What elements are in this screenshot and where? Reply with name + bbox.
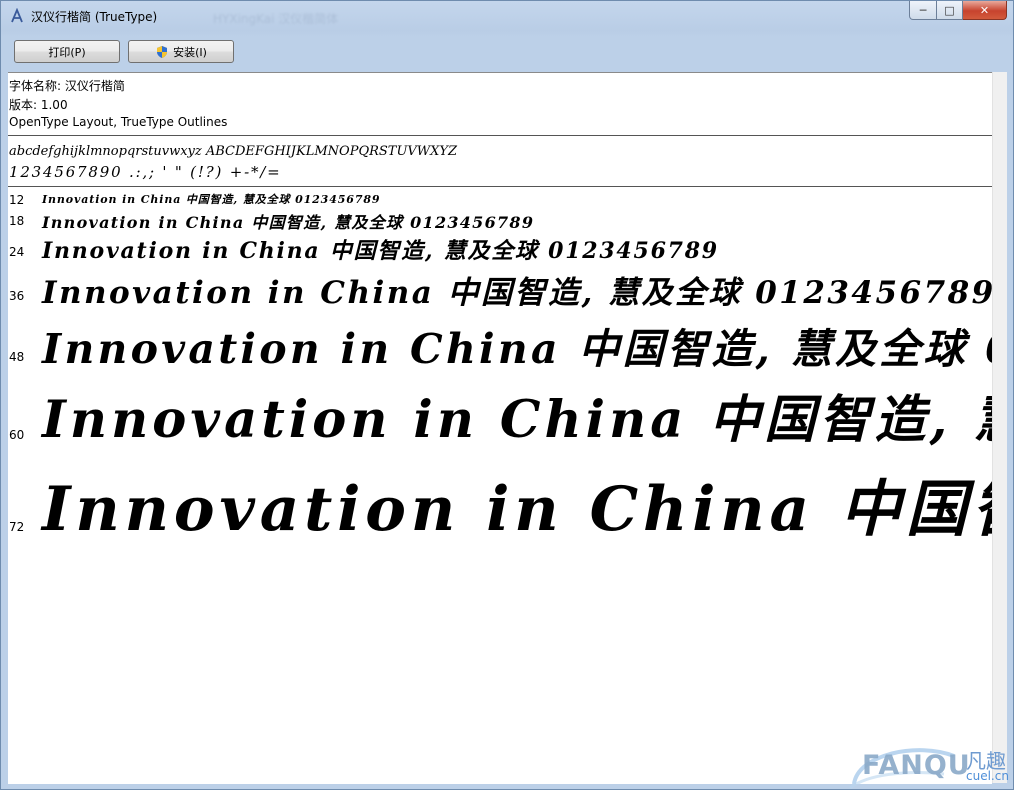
size-label: 12 (9, 193, 25, 207)
charset-letters: abcdefghijklmnopqrstuvwxyz ABCDEFGHIJKLM… (9, 144, 458, 159)
toolbar: 打印(P) 安装(I) (9, 32, 1007, 70)
close-button[interactable]: ✕ (963, 1, 1007, 20)
font-version-line: 版本: 1.00 (9, 98, 68, 112)
sample-text: Innovation in China 中国智造, 慧及全球 012345678… (42, 275, 992, 311)
font-name-line: 字体名称: 汉仪行楷简 (9, 79, 125, 93)
size-label: 72 (9, 520, 25, 534)
sample-text: Innovation in China 中国智造, 慧及全球 012345678… (42, 193, 381, 206)
font-preview-pane[interactable]: 字体名称: 汉仪行楷简 版本: 1.00 OpenType Layout, Tr… (8, 72, 992, 784)
sample-row-72: 72 Innovation in China 中国智造, 慧及全球 012345… (8, 457, 992, 567)
size-label: 18 (9, 214, 25, 228)
size-label: 36 (9, 289, 25, 303)
install-button-label: 安装(I) (173, 45, 207, 59)
uac-shield-icon (157, 45, 168, 58)
sample-text: Innovation in China 中国智造, 慧及全球 012345678… (42, 213, 535, 232)
maximize-icon: □ (944, 3, 955, 17)
font-viewer-window: 汉仪行楷简 (TrueType) HYXingKai 汉仪楷简体 ─ □ ✕ 打… (0, 0, 1014, 790)
font-features-line: OpenType Layout, TrueType Outlines (9, 115, 228, 129)
print-button-label: 打印(P) (48, 45, 86, 59)
vertical-scrollbar[interactable] (992, 72, 1007, 783)
background-window-title: HYXingKai 汉仪楷简体 (213, 12, 339, 26)
divider (8, 186, 992, 187)
minimize-button[interactable]: ─ (909, 1, 937, 20)
divider (8, 135, 992, 136)
sample-text: Innovation in China 中国智造, 慧及全球 012345678… (42, 238, 719, 264)
title-bar[interactable]: 汉仪行楷简 (TrueType) HYXingKai 汉仪楷简体 ─ □ ✕ (1, 1, 1013, 31)
size-label: 24 (9, 245, 25, 259)
sample-row-60: 60 Innovation in China 中国智造, 慧及全球 012345… (8, 378, 992, 458)
install-button[interactable]: 安装(I) (128, 40, 234, 63)
close-icon: ✕ (979, 3, 990, 17)
window-title: 汉仪行楷简 (TrueType) (31, 10, 158, 24)
maximize-button[interactable]: □ (937, 1, 963, 20)
sample-text: Innovation in China 中国智造, 慧及全球 012345678… (42, 325, 992, 373)
minimize-icon: ─ (919, 3, 927, 17)
size-label: 48 (9, 350, 25, 364)
caption-buttons: ─ □ ✕ (909, 1, 1007, 21)
sample-text: Innovation in China 中国智造, 慧及全球 012345678… (42, 474, 992, 545)
font-app-icon (11, 8, 23, 23)
print-button[interactable]: 打印(P) (14, 40, 120, 63)
sample-text: Innovation in China 中国智造, 慧及全球 012345678… (42, 390, 992, 450)
charset-digits-punctuation: 1234567890 .:,; ' " (!?) +-*/= (9, 163, 282, 181)
size-label: 60 (9, 428, 25, 442)
